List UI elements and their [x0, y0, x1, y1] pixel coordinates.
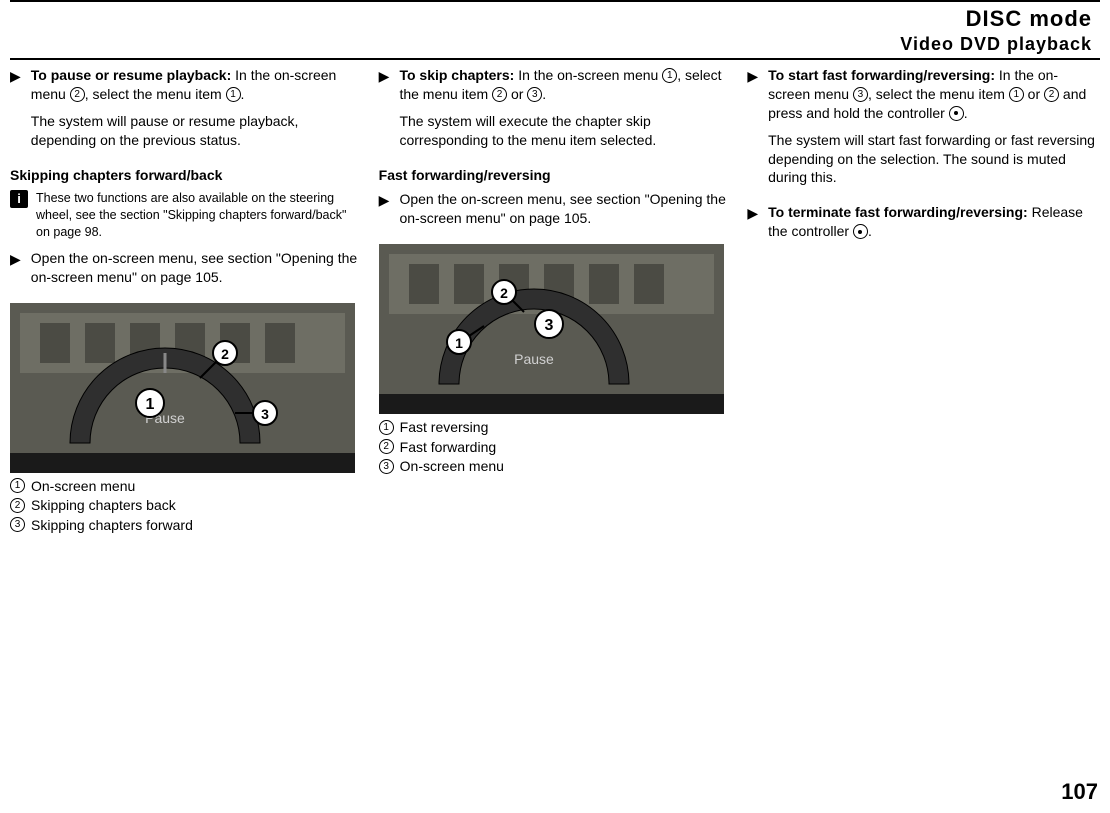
header-subtitle: Video DVD playback	[10, 32, 1092, 56]
step-text: Open the on-screen menu, see section "Op…	[399, 190, 731, 228]
svg-text:1: 1	[455, 335, 463, 351]
step-bold: To start fast forwarding/reversing:	[768, 67, 995, 83]
info-icon: i	[10, 190, 28, 208]
page-number: 107	[1061, 777, 1098, 807]
step-open-menu-2: ▶ Open the on-screen menu, see section "…	[379, 190, 732, 236]
step-open-menu: ▶ Open the on-screen menu, see section "…	[10, 249, 363, 295]
circle-3-icon: 3	[853, 87, 868, 102]
step-text: or	[507, 86, 527, 102]
triangle-icon: ▶	[10, 67, 21, 158]
step-text: .	[868, 223, 872, 239]
step-para: The system will pause or resume playback…	[31, 112, 363, 150]
legend-text: Skipping chapters forward	[31, 516, 193, 536]
triangle-icon: ▶	[747, 204, 758, 249]
svg-text:3: 3	[544, 317, 553, 334]
circle-1-icon: 1	[10, 478, 25, 493]
legend-text: Fast reversing	[400, 418, 489, 438]
circle-1-icon: 1	[379, 420, 394, 435]
svg-text:Pause: Pause	[514, 351, 554, 367]
circle-1-icon: 1	[226, 87, 241, 102]
step-start-ff: ▶ To start fast forwarding/reversing: In…	[747, 66, 1100, 195]
step-text: .	[964, 105, 968, 121]
step-text: or	[1024, 86, 1044, 102]
step-text: In the on-screen menu	[514, 67, 662, 83]
circle-2-icon: 2	[10, 498, 25, 513]
step-terminate-ff: ▶ To terminate fast forwarding/reversing…	[747, 203, 1100, 249]
step-bold: To pause or resume playback:	[31, 67, 231, 83]
controller-icon	[853, 224, 868, 239]
triangle-icon: ▶	[379, 67, 390, 158]
triangle-icon: ▶	[379, 191, 390, 236]
step-text: , select the menu item	[868, 86, 1009, 102]
step-pause-resume: ▶ To pause or resume playback: In the on…	[10, 66, 363, 158]
controller-icon	[949, 106, 964, 121]
step-skip-chapters: ▶ To skip chapters: In the on-screen men…	[379, 66, 732, 158]
column-2: ▶ To skip chapters: In the on-screen men…	[379, 66, 732, 536]
figure-legend-2: 1 Fast reversing 2 Fast forwarding 3 On-scr…	[379, 418, 732, 477]
circle-3-icon: 3	[10, 517, 25, 532]
circle-3-icon: 3	[379, 459, 394, 474]
circle-2-icon: 2	[1044, 87, 1059, 102]
triangle-icon: ▶	[10, 250, 21, 295]
page-header: DISC mode Video DVD playback	[10, 0, 1100, 60]
subheading-fastforward: Fast forwarding/reversing	[379, 166, 732, 185]
figure-on-screen-menu-1: Pause 1 2 3	[10, 303, 363, 473]
svg-text:1: 1	[146, 396, 155, 413]
content-columns: ▶ To pause or resume playback: In the on…	[0, 60, 1110, 536]
legend-text: Fast forwarding	[400, 438, 496, 458]
legend-text: Skipping chapters back	[31, 496, 176, 516]
step-text: .	[542, 86, 546, 102]
circle-2-icon: 2	[492, 87, 507, 102]
step-para: The system will execute the chapter skip…	[399, 112, 731, 150]
triangle-icon: ▶	[747, 67, 758, 195]
header-title: DISC mode	[10, 4, 1092, 34]
info-text: These two functions are also available o…	[36, 190, 363, 241]
figure-on-screen-menu-2: Pause 1 2 3	[379, 244, 732, 414]
step-bold: To terminate fast forwarding/reversing:	[768, 204, 1028, 220]
info-note: i These two functions are also available…	[10, 190, 363, 241]
step-text: , select the menu item	[85, 86, 226, 102]
svg-text:2: 2	[500, 285, 508, 301]
step-para: The system will start fast forwarding or…	[768, 131, 1100, 188]
svg-text:2: 2	[221, 346, 229, 362]
legend-text: On-screen menu	[400, 457, 504, 477]
column-1: ▶ To pause or resume playback: In the on…	[10, 66, 363, 536]
step-bold: To skip chapters:	[399, 67, 514, 83]
subheading-skipping: Skipping chapters forward/back	[10, 166, 363, 185]
circle-2-icon: 2	[70, 87, 85, 102]
circle-2-icon: 2	[379, 439, 394, 454]
figure-legend-1: 1On-screen menu 2Skipping chapters back …	[10, 477, 363, 536]
circle-1-icon: 1	[1009, 87, 1024, 102]
circle-1-icon: 1	[662, 68, 677, 83]
svg-text:3: 3	[261, 406, 269, 422]
step-text: .	[241, 86, 245, 102]
legend-text: On-screen menu	[31, 477, 135, 497]
circle-3-icon: 3	[527, 87, 542, 102]
column-3: ▶ To start fast forwarding/reversing: In…	[747, 66, 1100, 536]
step-text: Open the on-screen menu, see section "Op…	[31, 249, 363, 287]
